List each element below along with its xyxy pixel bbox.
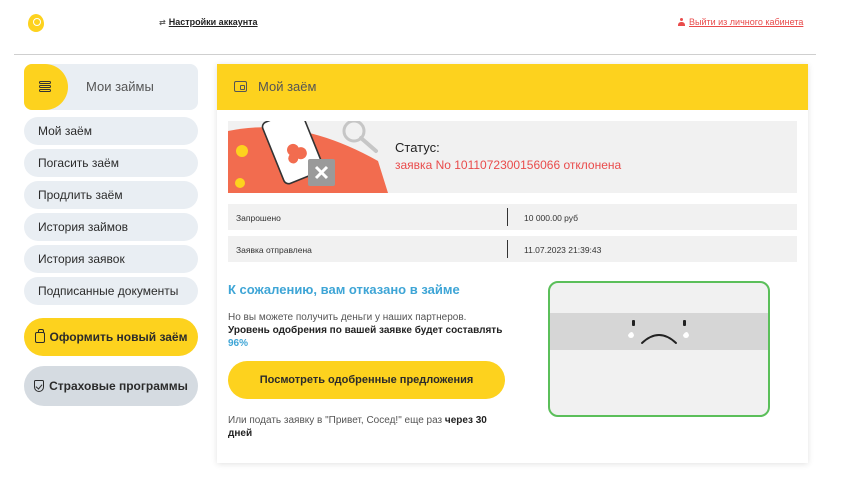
rejection-title: К сожалению, вам отказано в займе (228, 282, 460, 297)
account-settings-link[interactable]: ⇄ Настройки аккаунта (159, 17, 258, 27)
reapply-line: Или подать заявку в "Привет, Сосед!" еще… (228, 415, 443, 426)
status-label: Статус: (395, 140, 440, 155)
sad-face-icon (628, 320, 689, 344)
top-header: ⇄ Настройки аккаунта Выйти из личного ка… (0, 0, 842, 56)
status-panel: Статус: заявка No 1011072300156066 откло… (228, 121, 797, 193)
info-row-divider (507, 240, 508, 258)
logout-label: Выйти из личного кабинета (689, 17, 804, 27)
approval-text: Уровень одобрения по вашей заявке будет … (228, 325, 503, 336)
logout-link[interactable]: Выйти из личного кабинета (678, 17, 803, 27)
new-loan-button[interactable]: Оформить новый заём (24, 318, 198, 356)
coins-icon (39, 81, 53, 93)
card-header: Мой заём (217, 64, 808, 110)
sad-face-panel (548, 281, 770, 417)
sidebar-item-extend-loan[interactable]: Продлить заём (24, 181, 198, 209)
loan-card: Мой заём Статус: заявка No 1011072300156… (217, 64, 808, 463)
sidebar-item-repay-loan[interactable]: Погасить заём (24, 149, 198, 177)
brand-logo[interactable] (28, 14, 44, 32)
header-divider (14, 54, 816, 55)
account-settings-label: Настройки аккаунта (168, 17, 258, 27)
shield-icon (34, 380, 45, 392)
info-row-requested: Запрошено 10 000.00 руб (228, 204, 797, 230)
insurance-label: Страховые программы (49, 379, 188, 393)
bag-icon (34, 328, 45, 343)
sidebar-item-application-history[interactable]: История заявок (24, 245, 198, 273)
reapply-text: Или подать заявку в "Привет, Сосед!" еще… (228, 414, 513, 440)
rejected-application-illustration (228, 121, 388, 193)
insurance-programs-button[interactable]: Страховые программы (24, 366, 198, 406)
info-row-key: Запрошено (236, 213, 281, 223)
partners-text: Но вы можете получить деньги у наших пар… (228, 311, 503, 350)
sidebar-title: Мои займы (86, 79, 154, 94)
card-title: Мой заём (258, 79, 317, 94)
info-row-value: 10 000.00 руб (524, 213, 579, 223)
sidebar-item-my-loan[interactable]: Мой заём (24, 117, 198, 145)
user-icon (678, 18, 685, 26)
view-approved-offers-button[interactable]: Посмотреть одобренные предложения (228, 361, 505, 399)
wallet-icon (234, 81, 247, 92)
sidebar-item-loan-history[interactable]: История займов (24, 213, 198, 241)
sidebar-header: Мои займы (24, 64, 198, 110)
info-row-divider (507, 208, 508, 226)
sidebar-header-badge (24, 64, 68, 110)
new-loan-label: Оформить новый заём (49, 330, 188, 344)
status-value: заявка No 1011072300156066 отклонена (395, 158, 622, 172)
info-row-key: Заявка отправлена (236, 245, 312, 255)
sidebar-item-signed-documents[interactable]: Подписанные документы (24, 277, 198, 305)
info-row-sent: Заявка отправлена 11.07.2023 21:39:43 (228, 236, 797, 262)
approval-percent: 96% (228, 338, 249, 349)
info-row-value: 11.07.2023 21:39:43 (524, 245, 602, 255)
settings-sliders-icon: ⇄ (159, 17, 166, 27)
partners-line: Но вы можете получить деньги у наших пар… (228, 312, 467, 323)
